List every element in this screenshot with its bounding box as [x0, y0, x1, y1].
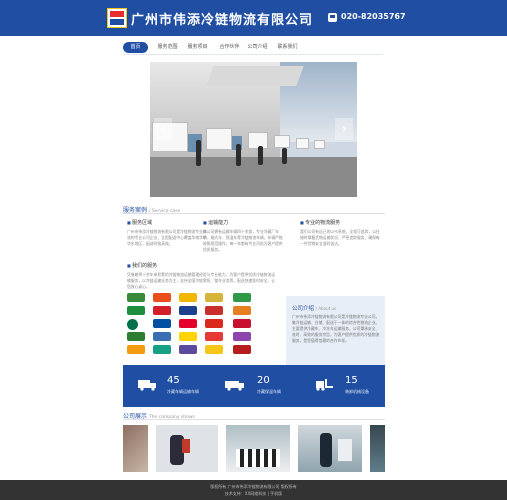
partner-logos — [127, 293, 255, 359]
about-panel: 公司介绍 / About us 广州市伟添冷链物流有限公司是冷链物流专业公司，集… — [286, 296, 385, 366]
van-icon — [225, 381, 244, 391]
stat-number: 15 — [345, 375, 358, 386]
nav-item-partners[interactable]: 合作伙伴 — [217, 42, 242, 53]
partners-heading: 我们的服务 — [127, 262, 277, 269]
stat-number: 45 — [167, 375, 180, 386]
service-col-logistics: 专业的物流服务 我们公司有自己的GPS系统，全程可追踪，以往随时掌握货物运输状况… — [300, 219, 380, 247]
partner-logo — [179, 319, 197, 328]
service-col-text: 广州市伟添冷链物流有限公司是冷链物流专业物流的专业公司企业，全国配送中心覆盖华南… — [127, 229, 207, 246]
gallery-divider — [123, 419, 385, 420]
partner-logo — [179, 306, 197, 315]
about-text: 广州市伟添冷链物流有限公司是冷链物流专业公司，集冷链运输、仓储、配送于一体的综合… — [292, 314, 380, 343]
about-title-text: 公司介绍 — [292, 306, 315, 312]
footer-links[interactable]: 技术支持：XX网络科技 | 手机版 — [0, 491, 507, 497]
partner-logo — [153, 332, 171, 341]
services-divider — [123, 213, 385, 214]
partner-logo — [205, 332, 223, 341]
service-col-text: 我们公司有自己的GPS系统，全程可追踪，以往随时掌握货物运输状况，严密追踪服务，… — [300, 229, 380, 246]
partner-logo — [179, 332, 197, 341]
service-col-capacity: 运输能力 本公司拥有运输车辆四十余部，专业冷藏厂车辆、厢式车、保温车等冷链物流车… — [203, 219, 283, 253]
service-col-heading: 服务区域 — [127, 219, 207, 226]
partner-logo — [153, 293, 171, 302]
service-col-area: 服务区域 广州市伟添冷链物流有限公司是冷链物流专业物流的专业公司企业，全国配送中… — [127, 219, 207, 247]
nav-divider — [123, 54, 383, 55]
gallery-image[interactable] — [370, 425, 385, 472]
partner-logo — [153, 345, 171, 354]
service-partners-block: 我们的服务 凭借着将十余年来积累的冷链物流运输管理经验与专业能力，为客户提供优质… — [127, 262, 277, 290]
service-col-heading: 专业的物流服务 — [300, 219, 380, 226]
partner-logo — [179, 293, 197, 302]
about-title: 公司介绍 / About us — [292, 304, 336, 312]
partner-logo — [127, 332, 145, 341]
partner-logo — [205, 319, 223, 328]
partner-logo — [127, 319, 138, 330]
company-name: 广州市伟添冷链物流有限公司 — [131, 13, 314, 28]
stat-number: 20 — [257, 375, 270, 386]
stat-label: 冷藏保温车辆 — [257, 389, 281, 394]
site-header: 广州市伟添冷链物流有限公司 020-82035767 — [0, 0, 507, 36]
partner-logo — [205, 306, 223, 315]
partner-logo — [233, 345, 251, 354]
service-col-heading: 运输能力 — [203, 219, 283, 226]
partner-logo — [233, 306, 251, 315]
partner-logo — [153, 319, 171, 328]
partner-logo — [127, 306, 145, 315]
partner-logo — [179, 345, 197, 354]
partner-logo — [153, 306, 171, 315]
site-footer: 版权所有 广州市伟添冷链物流有限公司 版权所有 技术支持：XX网络科技 | 手机… — [0, 480, 507, 500]
company-logo[interactable] — [107, 8, 127, 28]
gallery-image[interactable] — [156, 425, 218, 472]
nav-item-service-projects[interactable]: 服务项目 — [185, 42, 210, 53]
stats-bar: 45 冷藏车辆运输车辆 20 冷藏保温车辆 15 装卸机械设备 — [123, 365, 385, 407]
partner-logo — [233, 319, 251, 328]
gallery-image[interactable] — [123, 425, 148, 472]
nav-item-contact[interactable]: 联系我们 — [275, 42, 300, 53]
nav-item-home[interactable]: 首页 — [123, 42, 148, 53]
about-title-en: / About us — [315, 306, 337, 311]
nav-item-about[interactable]: 公司介绍 — [245, 42, 270, 53]
stat-label: 冷藏车辆运输车辆 — [167, 389, 199, 394]
partner-logo — [127, 293, 145, 302]
partner-logo — [205, 345, 223, 354]
stat-label: 装卸机械设备 — [345, 389, 369, 394]
partners-text: 凭借着将十余年来积累的冷链物流运输管理经验与专业能力，为客户提供优质冷链物流运输… — [127, 272, 276, 289]
truck-icon — [138, 380, 156, 391]
service-col-text: 本公司拥有运输车辆四十余部，专业冷藏厂车辆、厢式车、保温车等冷链物流车辆，车辆严… — [203, 229, 283, 252]
partner-logo — [205, 293, 223, 302]
phone-number: 020-82035767 — [341, 12, 406, 21]
gallery-image[interactable] — [226, 425, 290, 472]
partner-logo — [127, 345, 145, 354]
partner-logo — [233, 332, 251, 341]
forklift-icon — [316, 379, 333, 391]
hero-banner[interactable]: ‹ › — [150, 62, 357, 197]
gallery-image[interactable] — [298, 425, 362, 472]
nav-item-service-scope[interactable]: 服务范围 — [155, 42, 180, 53]
phone-icon — [328, 13, 337, 22]
footer-copyright: 版权所有 广州市伟添冷链物流有限公司 版权所有 — [210, 484, 297, 489]
partner-logo — [233, 293, 251, 302]
banner-prev-button[interactable]: ‹ — [154, 118, 172, 140]
banner-next-button[interactable]: › — [335, 118, 353, 140]
